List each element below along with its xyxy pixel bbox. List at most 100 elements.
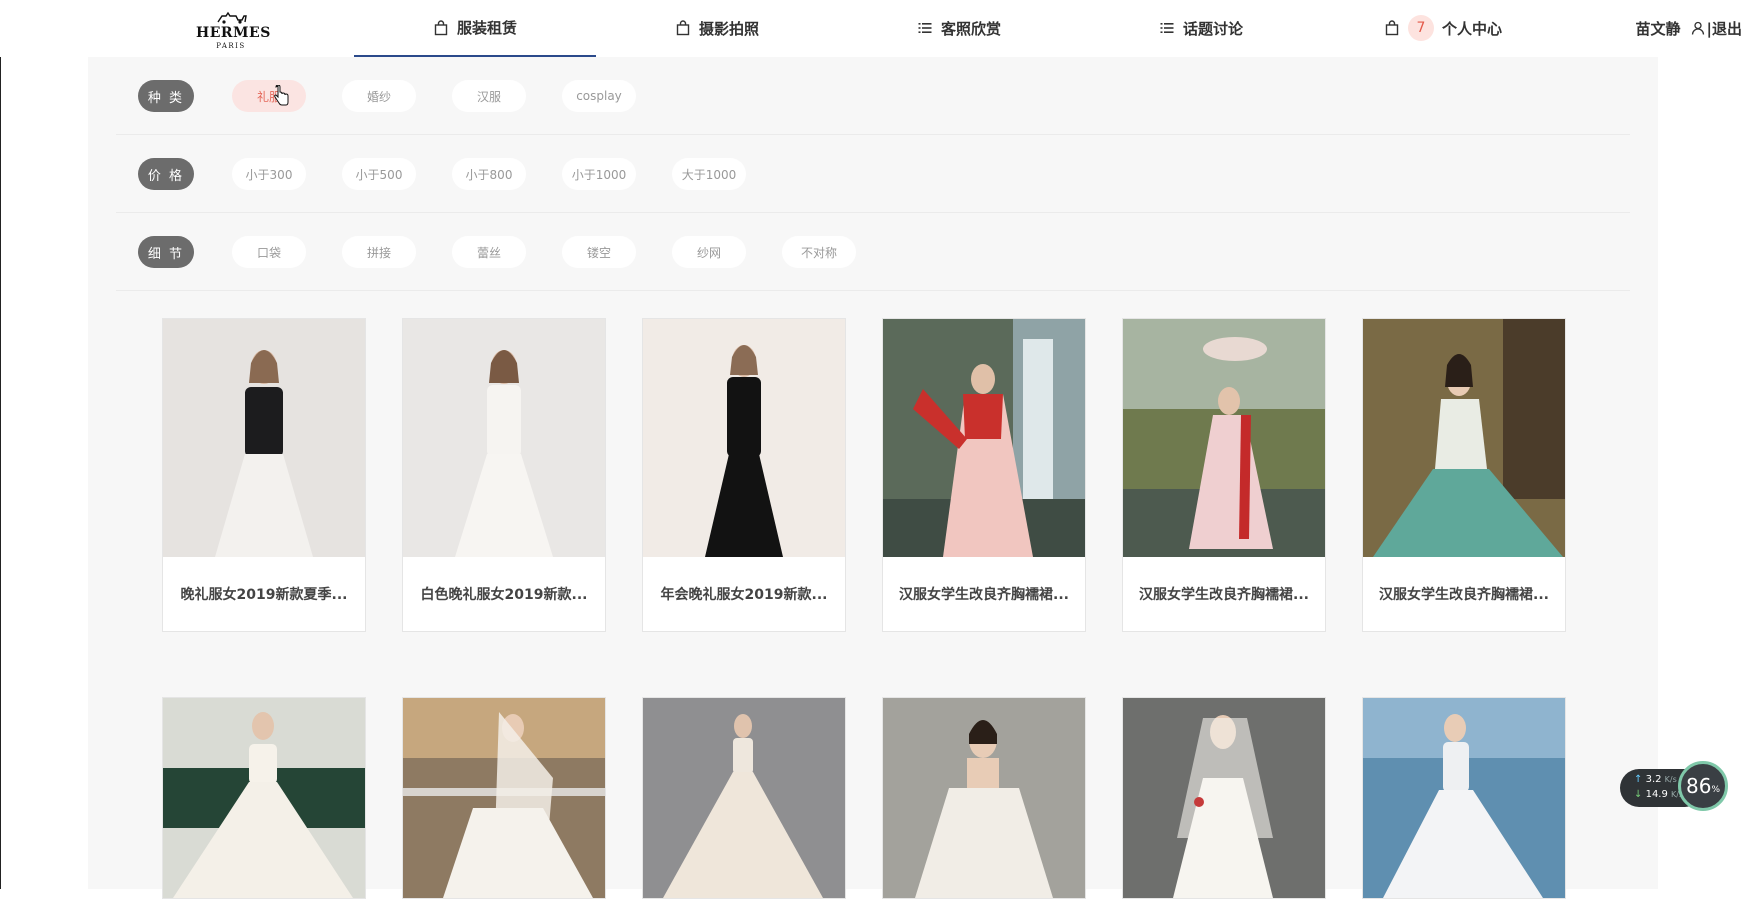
filter-chip-price[interactable]: 大于1000 <box>672 158 746 190</box>
product-title[interactable]: 白色晚礼服女2019新款... <box>403 557 605 631</box>
product-card[interactable] <box>642 697 846 899</box>
nav-label: 客照欣赏 <box>940 19 1001 38</box>
user-icon <box>1691 21 1704 35</box>
product-image[interactable] <box>163 319 365 557</box>
notification-badge: 7 <box>1407 15 1434 41</box>
product-card[interactable]: 晚礼服女2019新款夏季... <box>162 318 366 632</box>
filter-chip-detail[interactable]: 蕾丝 <box>452 236 526 268</box>
product-photo <box>643 698 845 898</box>
up-arrow-icon: ↑ <box>1634 774 1643 785</box>
filter-chip-detail[interactable]: 纱网 <box>672 236 746 268</box>
product-photo <box>403 319 605 557</box>
nav-label: 摄影拍照 <box>698 19 759 38</box>
product-card[interactable]: 汉服女学生改良齐胸襦裙... <box>1122 318 1326 632</box>
nav-personal-center[interactable]: 7 个人中心 <box>1322 0 1564 56</box>
network-speed-widget[interactable]: ↑ 3.2 K/s ↓ 14.9 K/s 86 % <box>1620 759 1730 815</box>
filter-chip-detail[interactable]: 不对称 <box>782 236 856 268</box>
product-image[interactable] <box>403 698 605 898</box>
user-area: 苗文静 |退出 <box>1636 0 1743 56</box>
upload-value: 3.2 <box>1645 774 1662 785</box>
bag-icon <box>1385 20 1399 36</box>
filter-chip-hanfu[interactable]: 汉服 <box>452 80 526 112</box>
nav-label: 服装租赁 <box>456 19 517 37</box>
product-card[interactable] <box>402 697 606 899</box>
product-image[interactable] <box>1363 698 1565 898</box>
filter-chip-cosplay[interactable]: cosplay <box>562 80 636 112</box>
product-photo <box>1363 319 1565 557</box>
filter-label: 种 类 <box>138 80 194 112</box>
user-name[interactable]: 苗文静 <box>1636 18 1681 39</box>
product-photo <box>1363 698 1565 898</box>
nav-topic-discussion[interactable]: 话题讨论 <box>1080 0 1322 56</box>
product-photo <box>163 698 365 898</box>
product-photo <box>883 319 1085 557</box>
product-card[interactable] <box>1362 697 1566 899</box>
product-photo <box>1123 698 1325 898</box>
brand-name: HERMES <box>196 25 271 41</box>
product-image[interactable] <box>643 319 845 557</box>
filter-chip-detail[interactable]: 拼接 <box>342 236 416 268</box>
product-card[interactable]: 汉服女学生改良齐胸襦裙... <box>882 318 1086 632</box>
filter-label: 价 格 <box>138 158 194 190</box>
horse-carriage-icon <box>217 11 247 24</box>
product-card[interactable]: 汉服女学生改良齐胸襦裙... <box>1362 318 1566 632</box>
product-title[interactable]: 汉服女学生改良齐胸襦裙... <box>883 557 1085 631</box>
filter-chip-price[interactable]: 小于500 <box>342 158 416 190</box>
filter-row-category: 种 类 礼服 婚纱 汉服 cosplay <box>116 57 1630 135</box>
percent-unit: % <box>1711 785 1720 795</box>
product-photo <box>1123 319 1325 557</box>
product-card[interactable]: 年会晚礼服女2019新款... <box>642 318 846 632</box>
product-image[interactable] <box>883 698 1085 898</box>
logout-link[interactable]: |退出 <box>1707 18 1742 39</box>
nav-photography[interactable]: 摄影拍照 <box>596 0 838 56</box>
main-content: 种 类 礼服 婚纱 汉服 cosplay 价 格 小于300 小于500 小于8… <box>88 57 1658 899</box>
product-title[interactable]: 汉服女学生改良齐胸襦裙... <box>1123 557 1325 631</box>
product-image[interactable] <box>643 698 845 898</box>
filter-chip-wedding-dress[interactable]: 婚纱 <box>342 80 416 112</box>
filter-chip-detail[interactable]: 镂空 <box>562 236 636 268</box>
speed-unit: K/s <box>1664 775 1677 784</box>
memory-usage-gauge[interactable]: 86 % <box>1678 761 1728 811</box>
product-image[interactable] <box>403 319 605 557</box>
down-arrow-icon: ↓ <box>1634 789 1643 800</box>
nav-label: 个人中心 <box>1441 19 1502 38</box>
filter-chip-gown[interactable]: 礼服 <box>232 80 306 112</box>
filter-chip-price[interactable]: 小于300 <box>232 158 306 190</box>
mouse-pointer-icon <box>274 85 289 106</box>
product-photo <box>403 698 605 898</box>
top-nav: HERMES PARIS 服装租赁 摄影拍照 客照欣赏 话题讨论 7 个人中心 … <box>0 0 1752 57</box>
filter-chip-price[interactable]: 小于1000 <box>562 158 636 190</box>
filter-row-price: 价 格 小于300 小于500 小于800 小于1000 大于1000 <box>116 135 1630 213</box>
product-card[interactable]: 白色晚礼服女2019新款... <box>402 318 606 632</box>
product-card[interactable] <box>1122 697 1326 899</box>
filter-chip-price[interactable]: 小于800 <box>452 158 526 190</box>
brand-logo[interactable]: HERMES PARIS <box>196 10 271 50</box>
upload-speed: ↑ 3.2 K/s <box>1634 774 1677 785</box>
nav-label: 话题讨论 <box>1182 19 1243 38</box>
product-image[interactable] <box>1123 319 1325 557</box>
product-title[interactable]: 汉服女学生改良齐胸襦裙... <box>1363 557 1565 631</box>
filter-label: 细 节 <box>138 236 194 268</box>
product-photo <box>883 698 1085 898</box>
download-speed: ↓ 14.9 K/s <box>1634 789 1683 800</box>
filter-row-details: 细 节 口袋 拼接 蕾丝 镂空 纱网 不对称 <box>116 213 1630 291</box>
list-icon <box>1160 23 1174 33</box>
nav-clothing-rental[interactable]: 服装租赁 <box>354 0 596 57</box>
product-image[interactable] <box>883 319 1085 557</box>
list-icon <box>918 23 932 33</box>
nav-client-gallery[interactable]: 客照欣赏 <box>838 0 1080 56</box>
bag-icon <box>434 19 448 35</box>
product-image[interactable] <box>1123 698 1325 898</box>
product-title[interactable]: 晚礼服女2019新款夏季... <box>163 557 365 631</box>
brand-city: PARIS <box>216 42 246 50</box>
product-image[interactable] <box>1363 319 1565 557</box>
memory-percent: 86 <box>1685 774 1712 798</box>
filter-chip-detail[interactable]: 口袋 <box>232 236 306 268</box>
product-photo <box>163 319 365 557</box>
download-value: 14.9 <box>1645 789 1668 800</box>
product-card[interactable] <box>882 697 1086 899</box>
product-card[interactable] <box>162 697 366 899</box>
product-title[interactable]: 年会晚礼服女2019新款... <box>643 557 845 631</box>
product-image[interactable] <box>163 698 365 898</box>
product-photo <box>643 319 845 557</box>
